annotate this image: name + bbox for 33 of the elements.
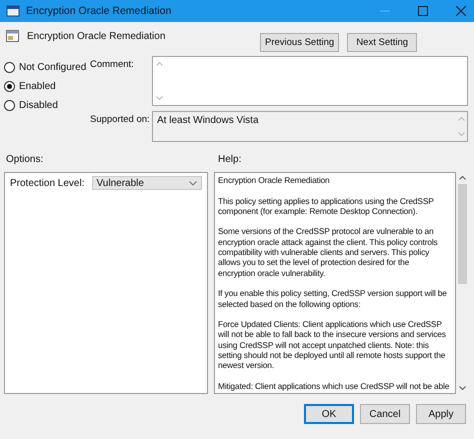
radio-button[interactable] xyxy=(4,100,15,111)
help-label: Help: xyxy=(218,154,242,167)
help-paragraph: Force Updated Clients: Client applications which use CredSSP will not be able to fall back to the insecure versions and services using CredSSP will not accept unpatched clients. Note: this setting should not be deployed until all remote hosts support the newest version. xyxy=(218,319,447,371)
supported-on-field: At least Windows Vista xyxy=(152,111,468,142)
scroll-up-icon[interactable] xyxy=(458,176,466,180)
supported-on-label: Supported on: xyxy=(90,113,151,127)
help-paragraph: Encryption Oracle Remediation xyxy=(218,175,331,186)
help-paragraph: Some versions of the CredSSP protocol are vulnerable to an encryption oracle attack against the client. This policy controls compatibility with vulnerable clients and servers. This policy allows you to set the level of protection desired for the encryption oracle vulnerability. xyxy=(218,226,439,278)
policy-icon xyxy=(6,5,20,17)
radio-option[interactable]: Not Configured xyxy=(4,61,90,74)
dialog-button[interactable]: OK xyxy=(304,404,354,424)
navigation-button[interactable]: Next Setting xyxy=(347,33,418,52)
navigation-button[interactable]: Previous Setting xyxy=(260,33,340,52)
help-paragraph: If you enable this policy setting, CredSSP version support will be selected based on the following options: xyxy=(218,288,448,309)
caret-icon xyxy=(189,180,197,186)
comment-label: Comment: xyxy=(90,58,135,72)
radio-option[interactable]: Disabled xyxy=(4,99,90,112)
scroll-down-icon[interactable] xyxy=(458,386,466,390)
window-title: Encryption Oracle Remediation xyxy=(26,5,172,17)
help-paragraph: This policy setting applies to applications using the CredSSP component (for example: Remote Desktop Connection). xyxy=(218,196,435,216)
protection-level-dropdown[interactable]: Vulnerable xyxy=(92,176,202,190)
maximize-icon[interactable] xyxy=(418,6,428,16)
setting-title: Encryption Oracle Remediation xyxy=(27,30,166,42)
close-icon[interactable] xyxy=(456,6,466,16)
options-label: Options: xyxy=(5,154,44,167)
protection-level-label: Protection Level: xyxy=(10,178,84,188)
radio-button[interactable] xyxy=(4,81,15,92)
help-paragraph: Mitigated: Client applications which use CredSSP will not be able xyxy=(218,380,450,392)
radio-button[interactable] xyxy=(4,62,15,73)
dialog-button[interactable]: Apply xyxy=(416,404,466,424)
policy-setting-icon xyxy=(6,30,19,42)
dialog-button[interactable]: Cancel xyxy=(360,404,410,424)
radio-option[interactable]: Enabled xyxy=(4,80,90,93)
